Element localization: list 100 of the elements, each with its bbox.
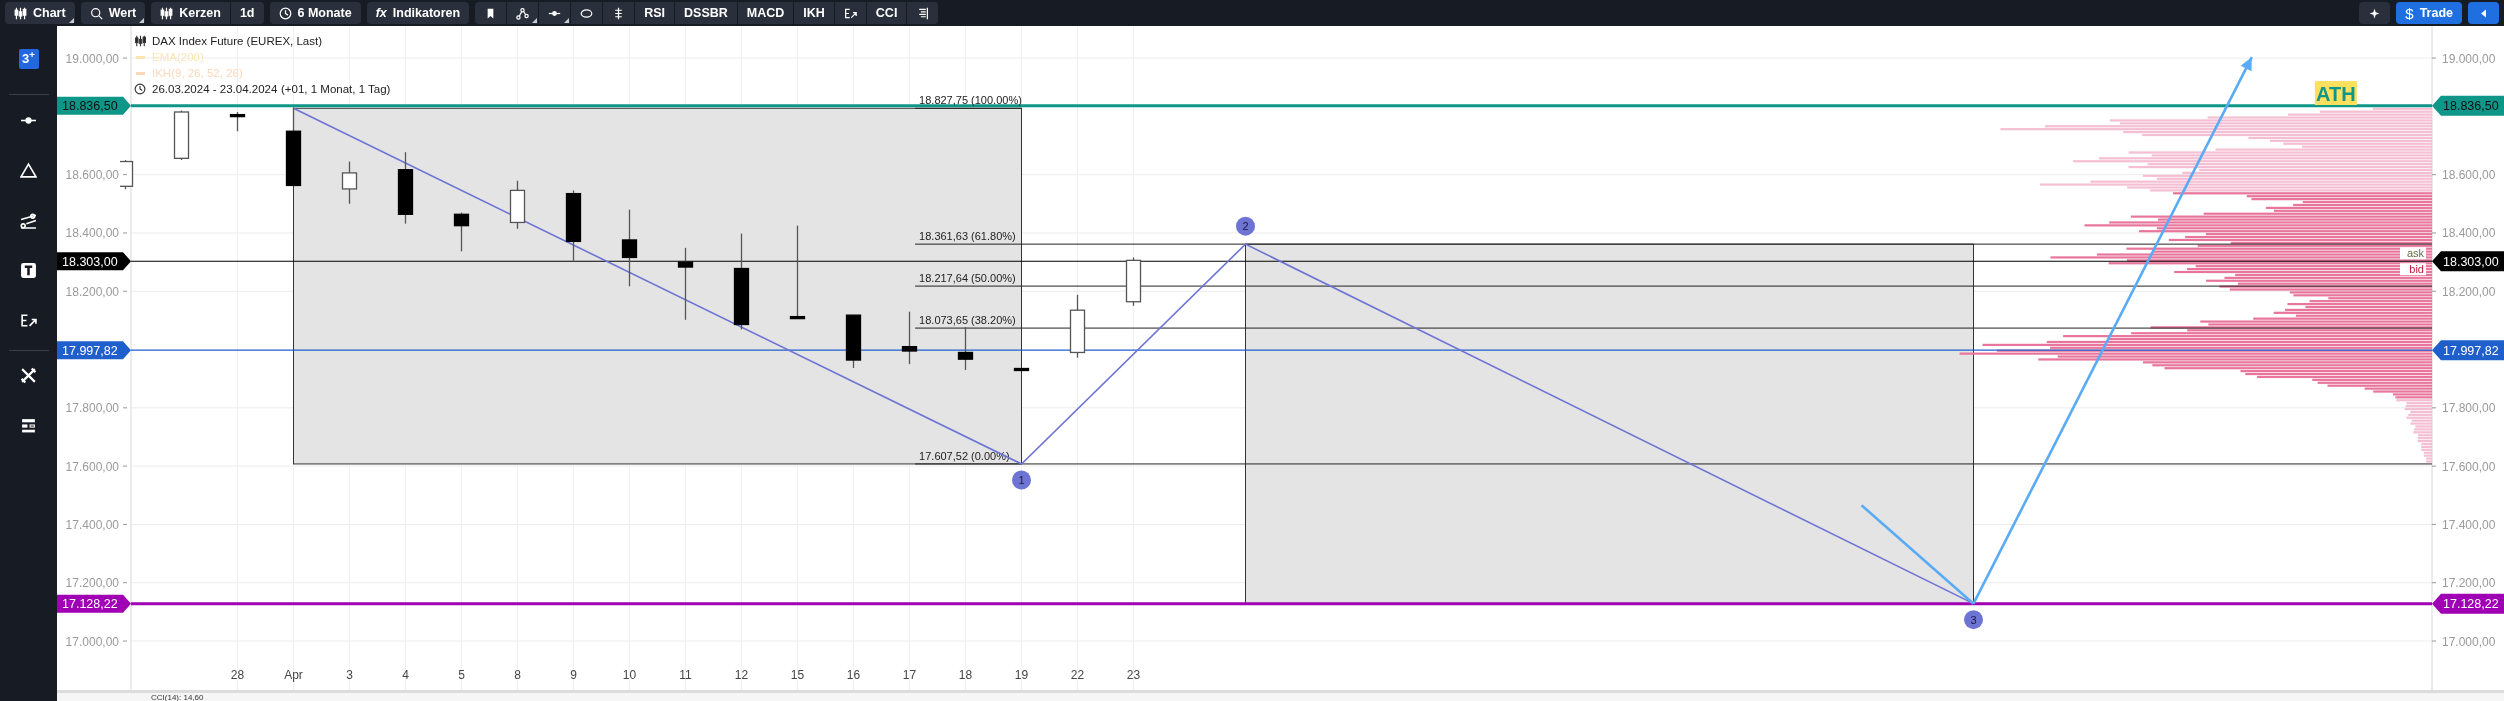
axis-label: 18.400,00 [65,226,119,241]
axis-label: Apr [284,668,303,682]
axis-label: 18.600,00 [2442,168,2496,183]
trade-button[interactable]: $ Trade [2396,2,2462,24]
collapse-button[interactable] [2468,2,2499,24]
list-icon [916,6,930,20]
layout-icon[interactable] [20,416,37,434]
axis-label: 12 [734,668,749,682]
indicator-button[interactable]: CCI [866,2,908,24]
price-tag: 17.128,22 [2432,593,2504,614]
axis-label: 17.200,00 [65,576,119,591]
axis-label: 18.600,00 [65,168,119,183]
indicator-button[interactable]: RSI [635,2,676,24]
axis-label: 17.800,00 [2442,401,2496,416]
axis-label: 10 [622,668,637,682]
indicator-label: IKH(9, 26, 52, 26) [152,67,243,79]
candlestick [120,159,134,190]
range-button[interactable]: 6 Monate [269,2,361,24]
ref-line-label: 18.836,50 [2443,99,2499,114]
tools-icon[interactable] [20,366,37,384]
axis-label: 28 [230,668,245,682]
candlestick [173,109,190,161]
period-note: (+01, 1 Monat, 1 Tag) [281,83,391,95]
axis-label: 19 [1014,668,1029,682]
indicator-label: EMA(200) [152,51,204,63]
indicator-title: CCI(14): 14,60 [151,693,204,701]
axis-label: 8 [514,668,521,682]
axis-label: 18 [958,668,973,682]
price-tag: 17.128,22 [57,594,131,613]
axis-label: 18.200,00 [65,284,119,299]
price-tag: 18.836,50 [57,96,131,115]
axis-label: 5 [458,668,465,682]
axis-label: 3 [346,668,353,682]
candlestick [1069,294,1086,359]
candles-icon [160,6,174,20]
chart-menu-button[interactable]: Chart [5,2,75,24]
candlestick [1013,367,1030,372]
instrument-title: DAX Index Future (EUREX, Last) [152,35,322,47]
axis-label: 11 [679,668,692,682]
axis-label: 17.600,00 [65,459,119,474]
price-tag: 18.303,00 [2432,251,2504,272]
axis-label: 17.000,00 [2442,634,2496,649]
axis-label: 19.000,00 [2442,51,2496,66]
ref-line-label: 18.303,00 [2443,254,2499,269]
triangle-icon[interactable] [20,161,37,179]
indicators-button[interactable]: fx Indikatoren [366,2,470,24]
search-button[interactable]: Wert [80,2,146,24]
nodes-icon [516,6,530,20]
ref-line-label: 17.997,82 [2443,343,2499,358]
fib-level-label: 18.827,75 (100.00%) [919,94,1022,107]
point-marker: 1 [1012,470,1031,490]
axis-label: 17.400,00 [2442,517,2496,532]
clock-icon [135,84,145,94]
point-marker: 2 [1236,216,1255,236]
candlestick [341,160,358,205]
axis-label: 17.400,00 [65,517,119,532]
fib-level-label: 18.217,64 (50.00%) [919,272,1016,285]
axis-label: 22 [1070,668,1085,682]
indicator-button[interactable]: IKH [794,2,835,24]
candlestick [509,180,526,230]
corner-caret-icon [68,18,74,23]
axis-label: 9 [570,668,577,682]
edit-arrow-icon [843,6,857,20]
axis-label: 17.600,00 [2442,459,2496,474]
axis-label: 17.000,00 [65,634,119,649]
price-tag: 17.997,82 [2432,340,2504,361]
axis-label: 17 [902,668,917,682]
interval-button[interactable]: 1d [230,2,264,24]
ask-label: ask [2400,247,2426,260]
candles-icon [14,6,27,20]
candlestick [229,111,246,132]
fib-level-label: 18.073,65 (38.20%) [919,314,1016,327]
date-range: 26.03.2024 - 23.04.2024 [152,83,278,95]
axis-label: 15 [790,668,805,682]
lines-icon[interactable] [20,211,37,229]
candlestick [1125,256,1142,307]
indicator-button[interactable]: DSSBR [675,2,738,24]
sparkle-button[interactable] [2359,2,2391,24]
axis-label: 17.800,00 [65,401,119,416]
app-logo: 3$^{+}$ [18,49,39,69]
price-tag: 18.836,50 [2432,95,2504,116]
bid-label: bid [2400,263,2426,276]
candlestick [845,314,862,369]
axis-label: 16 [846,668,861,682]
price-tag: 17.997,82 [57,341,131,360]
candles-icon [135,35,146,47]
sparkle-icon [2368,6,2382,20]
axis-label: 4 [402,668,409,682]
axis-label: 18.400,00 [2442,226,2496,241]
ath-label: ATH [2314,81,2357,106]
edit-arrow-icon[interactable] [20,311,37,329]
corner-caret-icon [564,18,570,23]
candlestick [957,326,974,371]
fib-level-label: 18.361,63 (61.80%) [919,230,1016,243]
corner-caret-icon [532,18,538,23]
text-tool-icon[interactable] [20,261,37,279]
indicator-button[interactable]: MACD [737,2,795,24]
chart-type-button[interactable]: Kerzen [151,2,231,24]
price-tag: 18.303,00 [57,252,131,271]
ellipse-icon [580,6,594,20]
